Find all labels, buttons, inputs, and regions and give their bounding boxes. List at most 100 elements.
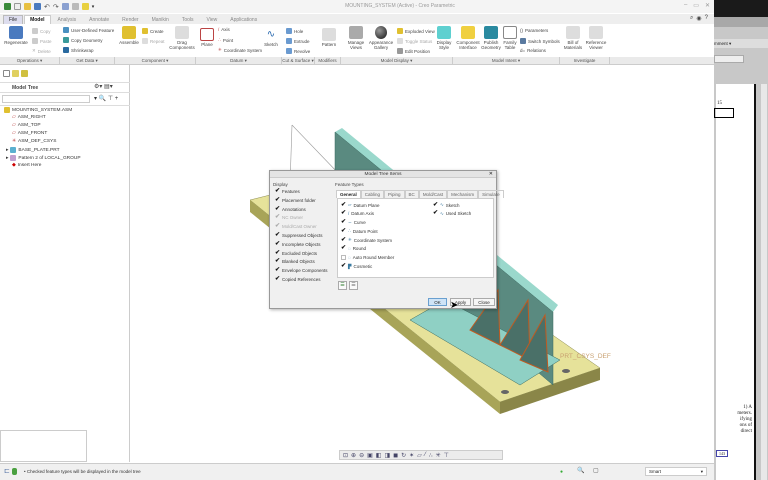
manage-views-button[interactable]: Manage Views: [345, 26, 367, 50]
tree-item-insert-here[interactable]: ◆ Insert Here: [12, 163, 41, 168]
tab-general[interactable]: General: [336, 190, 361, 198]
tab-model[interactable]: Model: [24, 15, 51, 24]
feature-type-option[interactable]: ✔ ∴ Datum Point: [341, 228, 378, 234]
checkbox[interactable]: ✔: [275, 258, 280, 264]
display-option[interactable]: ✔ Envelope Components: [275, 267, 328, 273]
tree-search-input[interactable]: [2, 95, 90, 103]
pattern-button[interactable]: Pattern: [318, 28, 340, 47]
checkbox[interactable]: ✔: [275, 223, 280, 229]
display-option[interactable]: ✔ Incomplete Objects: [275, 241, 321, 247]
feature-type-option[interactable]: ✔ ∿ Used Sketch: [433, 210, 471, 217]
search-icon[interactable]: ⌕: [690, 15, 693, 22]
tab-manikin[interactable]: Manikin: [146, 15, 175, 24]
feature-type-option[interactable]: ✔ ∿ Sketch: [433, 202, 460, 208]
open-icon[interactable]: [24, 3, 31, 10]
group-model-display[interactable]: Model Display ▾: [341, 57, 453, 64]
tree-item-asm-def-csys[interactable]: ✳ ASM_DEF_CSYS: [12, 139, 56, 144]
feature-type-option[interactable]: ✔ ∼ Curve: [341, 219, 366, 226]
tree-item-assembly[interactable]: MOUNTING_SYSTEM.ASM: [4, 107, 72, 113]
help-icon[interactable]: ?: [705, 15, 708, 22]
customize-chevron-icon[interactable]: ▾: [92, 4, 95, 10]
ok-button[interactable]: OK: [428, 298, 447, 306]
save-icon[interactable]: [34, 3, 41, 10]
checkbox[interactable]: ✔: [275, 188, 280, 194]
revolve-button[interactable]: Revolve: [286, 48, 310, 54]
tab-render[interactable]: Render: [116, 15, 144, 24]
selection-icon[interactable]: ▢: [593, 467, 599, 474]
hole-button[interactable]: Hole: [286, 28, 303, 34]
feature-type-option[interactable]: ✔ ✳ Coordinate System: [341, 237, 392, 243]
tree-item-asm-right[interactable]: ▱ ASM_RIGHT: [12, 115, 46, 120]
assemble-button[interactable]: Assemble: [117, 26, 141, 45]
relations-button[interactable]: d= Relations: [520, 48, 546, 53]
group-component[interactable]: Component ▾: [115, 57, 196, 64]
regenerate-button[interactable]: Regenerate: [3, 26, 29, 45]
zoom-out-icon[interactable]: ⊖: [359, 452, 364, 459]
checkbox[interactable]: ✔: [433, 202, 438, 208]
csys-display-icon[interactable]: ✳: [436, 452, 441, 459]
refit-icon[interactable]: ⊡: [343, 452, 348, 459]
model-tree-tab-icon[interactable]: [3, 70, 10, 77]
checkbox[interactable]: ✔: [275, 232, 280, 238]
tab-analysis[interactable]: Analysis: [52, 15, 83, 24]
close-icon[interactable]: ✕: [705, 2, 710, 9]
point-display-icon[interactable]: ∴: [429, 452, 433, 459]
display-option[interactable]: ✔ NC Owner: [275, 214, 303, 220]
checkbox[interactable]: ✔: [433, 210, 438, 216]
redo-icon[interactable]: ↷: [53, 3, 59, 11]
regenerate-icon[interactable]: [61, 3, 69, 10]
doc-dropdown[interactable]: [714, 55, 744, 63]
component-interface-button[interactable]: Component Interface: [455, 26, 481, 50]
display-option[interactable]: ✔ Mold/Cast Owner: [275, 223, 317, 229]
checkbox[interactable]: ✔: [275, 276, 280, 282]
display-option[interactable]: ✔ Features: [275, 188, 300, 194]
checkbox[interactable]: ✔: [275, 250, 280, 256]
tab-moldcast[interactable]: Mold/Cast: [418, 190, 448, 198]
point-button[interactable]: ∴ Point: [218, 37, 233, 43]
family-table-button[interactable]: Family Table: [502, 26, 518, 50]
display-option[interactable]: ✔ Copied References: [275, 276, 321, 282]
checkbox[interactable]: ✔: [275, 267, 280, 273]
display-style-button[interactable]: Display Style: [434, 26, 454, 50]
display-option[interactable]: ✔ Blanked Objects: [275, 258, 315, 264]
maximize-icon[interactable]: ▭: [693, 2, 699, 9]
repeat-button[interactable]: Repeat: [142, 38, 165, 44]
plane-button[interactable]: Plane: [198, 28, 216, 47]
copy-button[interactable]: Copy: [32, 28, 51, 34]
shrinkwrap-button[interactable]: Shrinkwrap: [63, 47, 94, 53]
tab-tools[interactable]: Tools: [176, 15, 200, 24]
switch-symbols-button[interactable]: Switch Symbols: [520, 38, 560, 44]
favorites-tab-icon[interactable]: [21, 70, 28, 77]
appearance-gallery-button[interactable]: Appearance Gallery: [368, 26, 394, 50]
tree-item-asm-top[interactable]: ▱ ASM_TOP: [12, 123, 41, 128]
datum-display-icon[interactable]: ✶: [409, 452, 414, 459]
group-datum[interactable]: Datum ▾: [196, 57, 282, 64]
delete-button[interactable]: ✕ Delete: [32, 48, 51, 54]
tab-mechanism[interactable]: Mechanism: [447, 190, 479, 198]
coordinate-system-button[interactable]: ✳ Coordinate System: [218, 47, 262, 53]
find-icon[interactable]: 🔍: [577, 467, 584, 474]
extrude-button[interactable]: Extrude: [286, 38, 310, 44]
display-style-icon[interactable]: ◼: [393, 452, 398, 459]
doc-scrollbar[interactable]: [761, 84, 767, 480]
tab-simulate[interactable]: Simulate: [478, 190, 504, 198]
tab-annotate[interactable]: Annotate: [83, 15, 115, 24]
display-option[interactable]: ✔ Suppressed Objects: [275, 232, 323, 238]
feature-type-option[interactable]: ✔ / Datum Axis: [341, 210, 374, 216]
reference-viewer-button[interactable]: Reference Viewer: [584, 26, 608, 50]
group-investigate[interactable]: Investigate: [560, 57, 610, 64]
bill-of-materials-button[interactable]: Bill of Materials: [562, 26, 584, 50]
feature-type-option[interactable]: ✔ ▛ Cosmetic: [341, 263, 372, 270]
checkbox[interactable]: [341, 254, 346, 260]
display-option[interactable]: ✔ Annotations: [275, 206, 306, 212]
checkbox[interactable]: ✔: [275, 197, 280, 203]
checkbox[interactable]: ✔: [275, 206, 280, 212]
tab-applications[interactable]: Applications: [224, 15, 263, 24]
edit-position-button[interactable]: Edit Position: [397, 48, 430, 54]
tab-cabling[interactable]: Cabling: [360, 190, 385, 198]
tree-item-pattern[interactable]: ▸ Pattern 2 of LOCAL_GROUP: [6, 155, 81, 161]
dialog-close-icon[interactable]: ✕: [489, 171, 493, 178]
checkbox[interactable]: ✔: [341, 263, 346, 269]
checkbox[interactable]: ✔: [275, 241, 280, 247]
new-icon[interactable]: [14, 3, 21, 10]
